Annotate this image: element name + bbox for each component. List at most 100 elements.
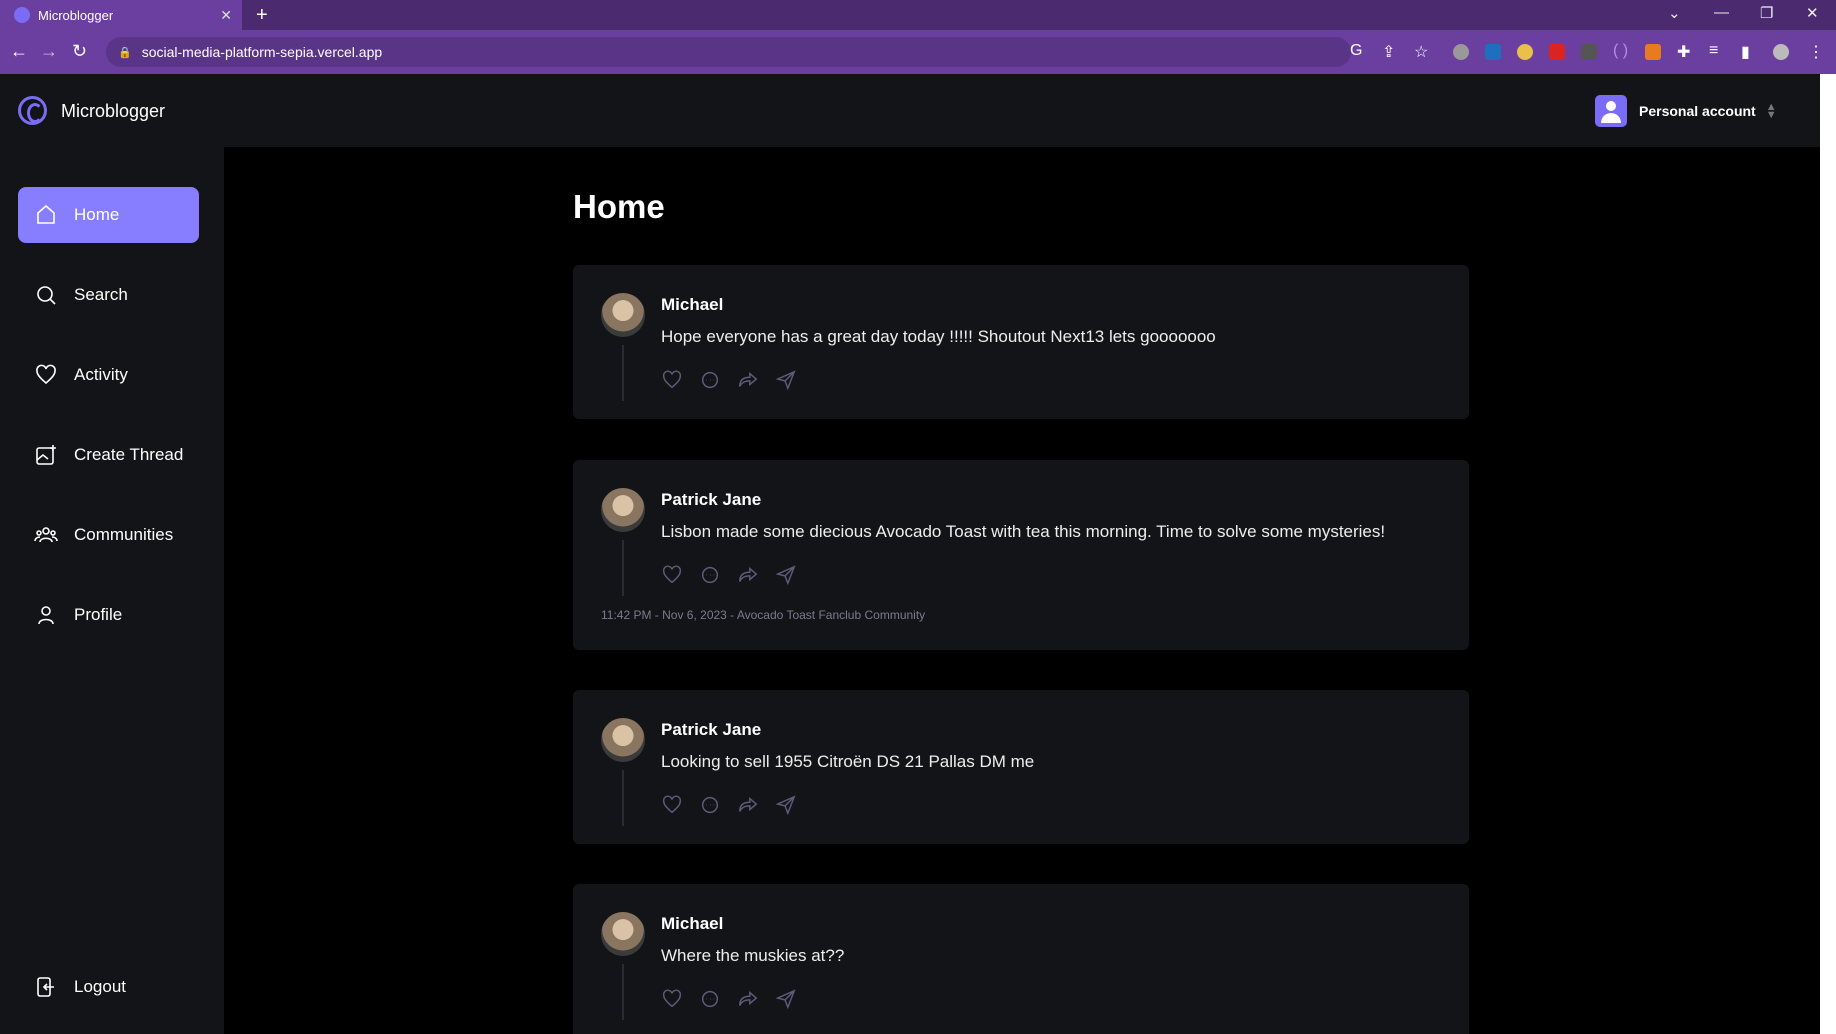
tab-favicon-icon [14,7,30,23]
sidebar-item-label: Search [74,285,128,304]
kebab-menu-icon[interactable]: ⋮ [1808,42,1824,62]
post-community-meta[interactable]: 11:42 PM - Nov 6, 2023 - Avocado Toast F… [601,608,925,622]
forward-icon[interactable]: → [40,41,58,62]
sidebar-item-label: Activity [74,365,128,384]
extension-icon[interactable] [1517,44,1533,60]
search-icon [34,283,58,307]
post-text: Lisbon made some diecious Avocado Toast … [661,522,1386,541]
sidebar-item-profile[interactable]: Profile [18,587,199,643]
communities-icon [34,523,58,547]
google-icon[interactable]: G [1350,42,1362,60]
new-tab-icon[interactable]: + [256,4,268,27]
post-actions [661,794,799,818]
sidebar-item-label: Profile [74,605,123,624]
sidebar-item-create-thread[interactable]: Create Thread [18,427,199,483]
like-heart-icon[interactable] [661,988,685,1012]
repost-icon[interactable] [737,564,761,588]
chevron-up-down-icon: ▲ ▼ [1765,101,1777,121]
repost-icon[interactable] [737,369,761,393]
repost-icon[interactable] [737,794,761,818]
thread-line [622,964,624,1020]
bookmark-star-icon[interactable]: ☆ [1414,42,1428,62]
thread-line [622,345,624,401]
repost-icon[interactable] [737,988,761,1012]
restore-icon[interactable]: ❐ [1760,4,1773,22]
post-author[interactable]: Michael [661,914,723,934]
thread-card: Michael Hope everyone has a great day to… [573,265,1469,419]
reply-icon[interactable] [699,369,723,393]
tab-search-icon[interactable]: ⌄ [1668,4,1681,22]
reply-icon[interactable] [699,794,723,818]
thread-line [622,770,624,826]
reload-icon[interactable]: ↻ [72,41,87,62]
app-header: Microblogger Personal account ▲ ▼ [0,74,1820,147]
extension-icon[interactable]: ( ) [1613,42,1628,60]
extensions-puzzle-icon[interactable]: ✚ [1677,42,1690,62]
home-icon [34,203,58,227]
extension-icon[interactable] [1581,44,1597,60]
avatar[interactable] [601,293,645,337]
thread-line [622,540,624,596]
sidebar-item-label: Create Thread [74,445,184,464]
post-author[interactable]: Patrick Jane [661,490,761,510]
account-switcher[interactable]: Personal account ▲ ▼ [1595,95,1777,127]
account-label: Personal account [1639,103,1756,119]
heart-icon [34,363,58,387]
share-icon[interactable]: ⇪ [1382,42,1395,62]
post-text: Looking to sell 1955 Citroën DS 21 Palla… [661,752,1035,771]
share-send-icon[interactable] [775,369,799,393]
sidebar-item-communities[interactable]: Communities [18,507,199,563]
post-author[interactable]: Patrick Jane [661,720,761,740]
like-heart-icon[interactable] [661,564,685,588]
lock-icon: 🔒 [118,46,132,59]
avatar[interactable] [601,488,645,532]
thread-card: Patrick Jane Lisbon made some diecious A… [573,460,1469,650]
browser-tab[interactable]: Microblogger ✕ [0,0,242,30]
create-thread-icon [34,443,58,467]
sidebar-item-label: Communities [74,525,174,544]
microblogger-logo-icon[interactable] [18,96,47,125]
page-scrollbar[interactable] [1820,74,1836,1034]
close-window-icon[interactable]: ✕ [1806,4,1819,22]
share-send-icon[interactable] [775,794,799,818]
share-send-icon[interactable] [775,988,799,1012]
post-text: Where the muskies at?? [661,946,845,965]
side-panel-icon[interactable]: ▮ [1741,42,1750,62]
tab-close-icon[interactable]: ✕ [220,7,232,24]
extension-icon[interactable] [1549,44,1565,60]
reading-list-icon[interactable]: ≡ [1709,42,1718,60]
url-field[interactable]: 🔒 social-media-platform-sepia.vercel.app [106,37,1351,67]
like-heart-icon[interactable] [661,794,685,818]
user-icon [34,603,58,627]
thread-card: Patrick Jane Looking to sell 1955 Citroë… [573,690,1469,844]
back-icon[interactable]: ← [10,41,28,62]
reply-icon[interactable] [699,564,723,588]
tab-title: Microblogger [38,7,114,23]
logout-label: Logout [74,977,126,996]
avatar[interactable] [601,718,645,762]
post-author[interactable]: Michael [661,295,723,315]
sidebar-item-home[interactable]: Home [18,187,199,243]
extension-icon[interactable] [1453,44,1469,60]
post-actions [661,988,799,1012]
profile-avatar-icon[interactable] [1773,44,1789,60]
logout-button[interactable]: Logout [18,959,199,1015]
metamask-icon[interactable] [1645,44,1661,60]
sidebar: Home Search Activity Create Thread Commu… [0,147,224,1034]
minimize-icon[interactable]: — [1714,4,1729,21]
share-send-icon[interactable] [775,564,799,588]
url-text: social-media-platform-sepia.vercel.app [141,44,383,60]
sidebar-item-label: Home [74,205,120,224]
browser-tab-bar: Microblogger ✕ + ⌄ — ❐ ✕ [0,0,1836,30]
post-actions [661,564,799,588]
app-name[interactable]: Microblogger [61,101,165,122]
post-text: Hope everyone has a great day today !!!!… [661,327,1216,346]
page-title: Home [573,188,665,225]
avatar[interactable] [601,912,645,956]
sidebar-item-search[interactable]: Search [18,267,199,323]
like-heart-icon[interactable] [661,369,685,393]
react-devtools-icon[interactable] [1485,44,1501,60]
sidebar-item-activity[interactable]: Activity [18,347,199,403]
reply-icon[interactable] [699,988,723,1012]
post-actions [661,369,799,393]
